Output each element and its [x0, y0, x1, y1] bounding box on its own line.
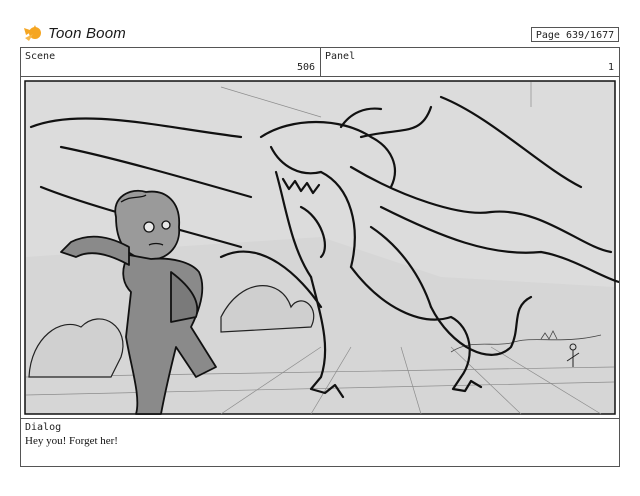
storyboard-sketch: [24, 80, 619, 415]
logo-text: Toon Boom: [48, 24, 126, 42]
panel-label: Panel: [325, 51, 356, 62]
panel-value: 1: [607, 62, 614, 73]
dialog-text: Hey you! Forget her!: [25, 435, 118, 447]
dialog-field: Dialog Hey you! Forget her!: [20, 418, 620, 467]
panel-image: [20, 76, 620, 419]
toon-boom-star-icon: [22, 22, 44, 44]
scene-value: 506: [296, 62, 315, 73]
scene-label: Scene: [25, 51, 56, 62]
page-counter: Page 639/1677: [531, 27, 619, 42]
panel-field: Panel 1: [320, 47, 620, 77]
toon-boom-logo: Toon Boom: [22, 22, 126, 44]
dialog-label: Dialog: [25, 422, 62, 433]
scene-field: Scene 506: [20, 47, 321, 77]
